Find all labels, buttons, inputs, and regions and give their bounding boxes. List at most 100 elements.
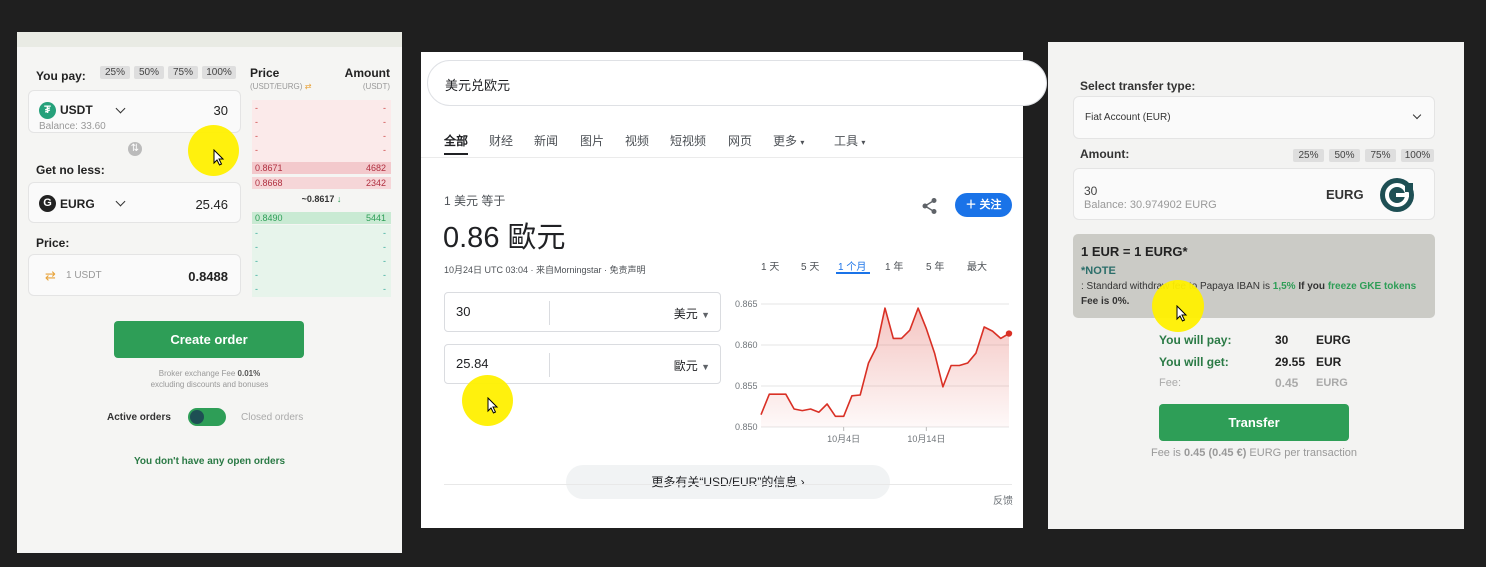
more-info-button[interactable]: 更多有关“USD/EUR”的信息 ›: [566, 465, 890, 499]
bids-empty-area: -- -- -- -- --: [252, 225, 391, 297]
price-unit: 1 USDT: [66, 270, 102, 281]
y-tick-label: 0.855: [735, 381, 758, 391]
x-tick-label: 10月14日: [907, 434, 945, 444]
eurg-token-icon: G: [39, 195, 56, 212]
ask-row[interactable]: 0.8671 4682: [252, 162, 391, 174]
google-search-panel: 美元兑欧元 全部 财经 新闻 图片 视频 短视频 网页 更多 ▾ 工具 ▾ 1 …: [421, 52, 1047, 528]
pay-75-button[interactable]: 75%: [168, 66, 198, 79]
mouse-cursor-icon: [487, 397, 499, 414]
tab-images[interactable]: 图片: [580, 132, 604, 149]
orderbook-amount-sub: (USDT): [362, 82, 390, 91]
to-value[interactable]: 25.84: [456, 356, 489, 371]
search-query[interactable]: 美元兑欧元: [445, 75, 510, 94]
pay-25-button[interactable]: 25%: [100, 66, 130, 79]
to-currency-select[interactable]: 歐元 ▼: [674, 357, 710, 374]
transfer-panel: Select transfer type: Fiat Account (EUR)…: [1048, 42, 1464, 529]
bid-row: --: [255, 256, 386, 266]
you-pay-label: You pay:: [36, 69, 86, 83]
pay-amount[interactable]: 30: [214, 103, 228, 118]
pay-token-name: USDT: [60, 103, 93, 117]
amount-25-button[interactable]: 25%: [1293, 149, 1324, 162]
broker-fee-note: Broker exchange Fee 0.01% excluding disco…: [150, 369, 269, 389]
tab-videos[interactable]: 视频: [625, 132, 649, 149]
active-orders-label[interactable]: Active orders: [107, 412, 171, 423]
swap-price-icon[interactable]: ⇄: [45, 268, 56, 284]
rate-note-box: 1 EUR = 1 EURG* *NOTE : Standard withdra…: [1073, 234, 1435, 318]
bid-row[interactable]: 0.8490 5441: [252, 212, 391, 224]
tab-short-videos[interactable]: 短视频: [670, 132, 706, 149]
price-field[interactable]: ⇄ 1 USDT 0.8488: [28, 254, 241, 296]
get-field[interactable]: G EURG 25.46: [28, 182, 241, 223]
note-title: *NOTE: [1081, 265, 1116, 277]
orderbook-price-sub: (USDT/EURG) ⇄: [250, 82, 312, 91]
equals-text: 1 美元 等于: [444, 194, 506, 208]
from-value[interactable]: 30: [456, 304, 470, 319]
transfer-type-label: Select transfer type:: [1080, 79, 1196, 93]
ask-row[interactable]: 0.8668 2342: [252, 177, 391, 189]
transfer-type-value: Fiat Account (EUR): [1085, 112, 1171, 123]
swap-icon[interactable]: ⇄: [305, 82, 312, 91]
divider: [549, 301, 550, 325]
mid-price: ~0.8617 ↓: [301, 194, 342, 204]
plus-icon: ＋: [965, 199, 977, 211]
pay-balance: Balance: 33.60: [39, 121, 106, 132]
tab-more[interactable]: 更多 ▾: [773, 132, 804, 149]
y-tick-label: 0.850: [735, 422, 758, 432]
fee-unit: EURG: [1316, 377, 1348, 389]
search-bar[interactable]: 美元兑欧元: [427, 60, 1047, 106]
orders-toggle[interactable]: [188, 408, 226, 426]
from-amount-field[interactable]: 30 美元 ▼: [444, 292, 721, 332]
amount-value[interactable]: 30: [1084, 184, 1097, 198]
range-1d[interactable]: 1 天: [761, 258, 779, 273]
last-point-dot: [1005, 330, 1013, 337]
range-max[interactable]: 最大: [967, 258, 987, 273]
fee-label: Fee:: [1159, 377, 1182, 389]
follow-button[interactable]: ＋ 关注: [955, 193, 1012, 217]
chevron-down-icon[interactable]: [115, 196, 126, 207]
note-text: : Standard withdraw fee to Papaya IBAN i…: [1081, 281, 1417, 307]
range-5y[interactable]: 5 年: [926, 258, 944, 273]
range-5d[interactable]: 5 天: [801, 258, 819, 273]
you-will-pay-label: You will pay:: [1159, 333, 1232, 347]
caret-down-icon: ▾: [861, 138, 866, 147]
price-label: Price:: [36, 236, 70, 250]
eurg-logo-icon: [1380, 178, 1414, 212]
get-amount[interactable]: 25.46: [195, 197, 228, 212]
transfer-type-select[interactable]: Fiat Account (EUR): [1073, 96, 1435, 139]
swap-icon[interactable]: ⇅: [128, 142, 142, 156]
amount-50-button[interactable]: 50%: [1329, 149, 1360, 162]
chevron-down-icon[interactable]: [115, 103, 126, 114]
get-token-name: EURG: [60, 197, 95, 211]
range-1m[interactable]: 1 个月: [838, 258, 866, 273]
from-currency-select[interactable]: 美元 ▼: [674, 305, 710, 322]
tab-news[interactable]: 新闻: [534, 132, 558, 149]
bid-row: --: [255, 284, 386, 294]
tab-tools[interactable]: 工具 ▾: [834, 132, 865, 149]
price-value[interactable]: 0.8488: [188, 269, 228, 284]
y-tick-label: 0.860: [735, 340, 758, 350]
caret-down-icon: ▼: [701, 310, 710, 320]
transfer-amount-field[interactable]: 30 Balance: 30.974902 EURG EURG: [1073, 168, 1435, 220]
amount-75-button[interactable]: 75%: [1365, 149, 1396, 162]
pay-100-button[interactable]: 100%: [202, 66, 236, 79]
feedback-link[interactable]: 反馈: [993, 492, 1013, 507]
range-1y[interactable]: 1 年: [885, 258, 903, 273]
share-icon[interactable]: [921, 197, 939, 215]
create-order-button[interactable]: Create order: [114, 321, 304, 358]
tab-finance[interactable]: 财经: [489, 132, 513, 149]
tab-all[interactable]: 全部: [444, 132, 468, 149]
no-orders-message: You don't have any open orders: [133, 456, 286, 467]
pay-50-button[interactable]: 50%: [134, 66, 164, 79]
x-tick-label: 10月4日: [827, 434, 860, 444]
conversion-result: 0.86 歐元: [443, 222, 566, 254]
amount-100-button[interactable]: 100%: [1401, 149, 1434, 162]
exchange-rate-chart[interactable]: 0.865 0.860 0.855 0.850 10月4日 10月14日: [729, 292, 1019, 452]
tab-web[interactable]: 网页: [728, 132, 752, 149]
you-will-pay-value: 30: [1275, 333, 1289, 347]
ask-row: --: [255, 131, 386, 141]
chevron-right-icon: ›: [800, 475, 805, 489]
divider: [549, 353, 550, 377]
you-will-get-unit: EUR: [1316, 355, 1342, 369]
closed-orders-label[interactable]: Closed orders: [241, 412, 303, 423]
transfer-button[interactable]: Transfer: [1159, 404, 1349, 441]
